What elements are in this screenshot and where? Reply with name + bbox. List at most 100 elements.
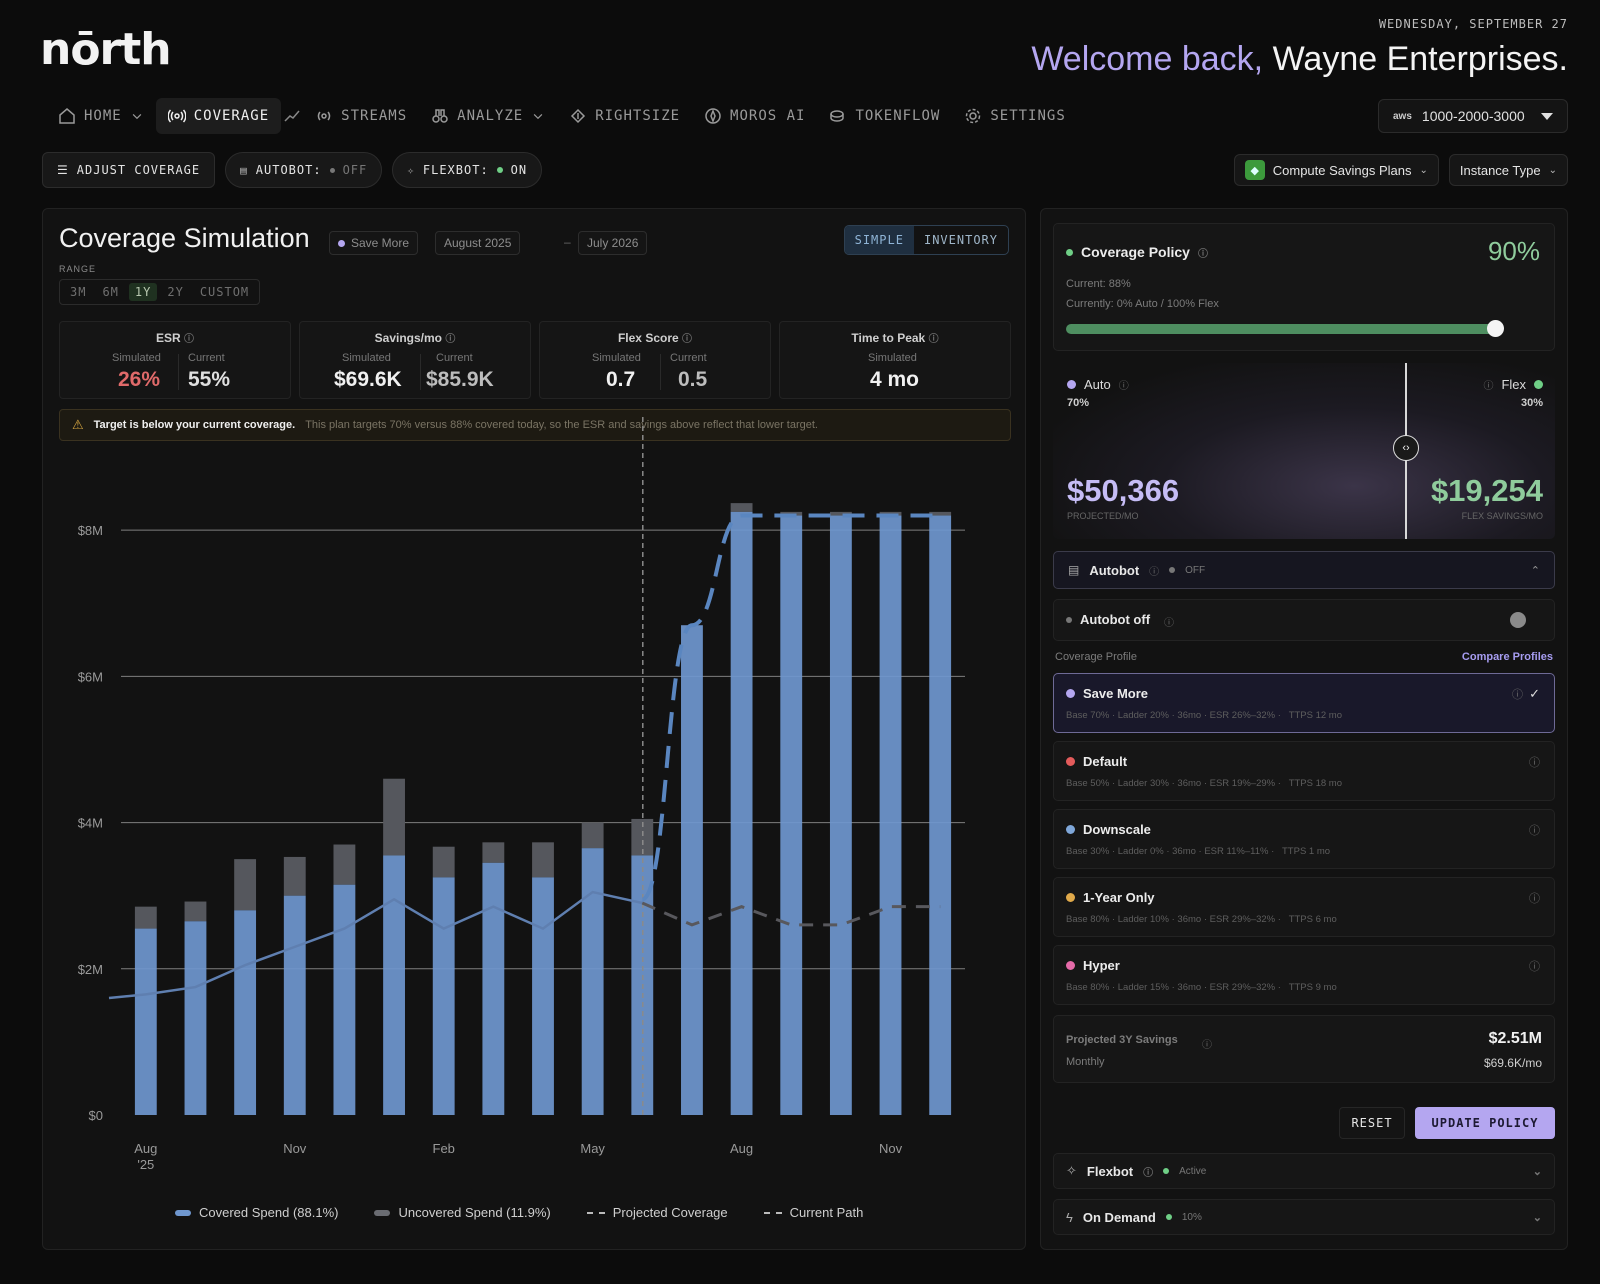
coverage-chart: $0$2M$4M$6M$8MAug'25Nov Feb May Aug Nov (78, 417, 965, 1172)
covered-bar (730, 511, 753, 1115)
uncovered-bar (532, 842, 554, 878)
info-icon[interactable]: ⓘ (1483, 377, 1493, 392)
monthly-value: $69.6K/mo (1483, 1056, 1542, 1070)
info-icon[interactable]: ⓘ (1149, 563, 1159, 578)
projected-value: $2.51M (1488, 1030, 1542, 1047)
uncovered-bar (283, 856, 306, 896)
flexbot-toggle[interactable]: ✧ FLEXBOT: ON (392, 152, 543, 188)
policy-current: Current: 88% (1066, 278, 1131, 290)
compare-profiles-link[interactable]: Compare Profiles (1462, 651, 1553, 663)
profile-desc: Base 80% · Ladder 15% · 36mo · ESR 29%–3… (1066, 982, 1276, 993)
check-icon: ✓ (1529, 686, 1540, 701)
coverage-slider[interactable] (1066, 320, 1504, 337)
info-icon[interactable]: ⓘ (1202, 1036, 1212, 1051)
info-icon[interactable]: ⓘ (1529, 754, 1540, 770)
auto-label-row: Auto ⓘ (1067, 377, 1129, 392)
covered-bar (829, 515, 852, 1115)
profile-default[interactable]: Default Base 50% · Ladder 30% · 36mo · E… (1053, 741, 1555, 801)
caret-down-icon (1541, 112, 1553, 120)
uncovered-bar (730, 503, 753, 512)
covered-bar (432, 877, 455, 1115)
info-icon[interactable]: ⓘ (1529, 890, 1540, 906)
info-icon[interactable]: ⓘ (1529, 822, 1540, 838)
autobot-section-header[interactable]: ▤ Autobot ⓘ OFF ⌃ (1053, 551, 1555, 589)
x-tick-label: '25 (137, 1157, 154, 1172)
on-demand-section[interactable]: ϟ On Demand 10% ⌄ (1053, 1199, 1555, 1235)
profile-name: Hyper (1083, 958, 1120, 973)
legend-current-path[interactable]: Current Path (763, 1205, 863, 1220)
flex-pct: 30% (1520, 397, 1543, 409)
profile-downscale[interactable]: Downscale Base 30% · Ladder 0% · 36mo · … (1053, 809, 1555, 869)
info-icon[interactable]: ⓘ (1512, 689, 1523, 701)
auto-flex-split: Auto ⓘ 70% ⓘ Flex 30% ‹› $50,366 PROJECT… (1053, 363, 1555, 539)
savings-plan-select[interactable]: ◆ Compute Savings Plans ⌄ (1233, 154, 1439, 186)
auto-label: Auto (1084, 377, 1111, 392)
nav-tokenflow[interactable]: TOKENFLOW (817, 98, 952, 134)
binoculars-icon (432, 109, 448, 123)
legend-projected[interactable]: Projected Coverage (586, 1205, 728, 1220)
chevron-up-icon[interactable]: ⌃ (1531, 564, 1540, 577)
broadcast-icon (317, 111, 331, 121)
tokens-icon (830, 110, 845, 122)
profile-hyper[interactable]: Hyper Base 80% · Ladder 15% · 36mo · ESR… (1053, 945, 1555, 1005)
profile-save-more[interactable]: Save More Base 70% · Ladder 20% · 36mo ·… (1053, 673, 1555, 733)
reset-button[interactable]: RESET (1339, 1107, 1405, 1139)
legend-covered[interactable]: Covered Spend (88.1%) (175, 1205, 338, 1220)
coverage-profile-heading: Coverage Profile (1055, 651, 1137, 663)
chevron-down-icon[interactable]: ⌄ (1533, 1165, 1542, 1178)
north-logo[interactable]: nōrth (40, 24, 172, 75)
account-selector[interactable]: aws 1000-2000-3000 (1378, 99, 1568, 133)
nav-streams[interactable]: STREAMS (303, 98, 419, 134)
nav-rightsize[interactable]: RIGHTSIZE (557, 98, 692, 134)
instance-type-select[interactable]: Instance Type ⌄ (1448, 154, 1568, 186)
info-icon[interactable]: ⓘ (1143, 1164, 1153, 1179)
nav-coverage[interactable]: COVERAGE (155, 98, 282, 134)
nav-analyze[interactable]: ANALYZE (419, 98, 557, 134)
legend-label: Uncovered Spend (11.9%) (398, 1205, 551, 1220)
profile-dot (1066, 961, 1075, 970)
sparkle-icon: ✧ (407, 163, 415, 177)
covered-bar (532, 877, 554, 1115)
uncovered-bar (184, 901, 207, 922)
policy-mix: Currently: 0% Auto / 100% Flex (1066, 298, 1219, 310)
info-icon[interactable]: ⓘ (1119, 377, 1129, 392)
nav-settings-label: SETTINGS (990, 108, 1066, 124)
coverage-toolbar: ☰ ADJUST COVERAGE ▤ AUTOBOT: OFF ✧ FLEXB… (42, 152, 543, 188)
welcome-message: Welcome back, Wayne Enterprises. (1031, 40, 1568, 79)
autobot-toggle[interactable]: ▤ AUTOBOT: OFF (225, 152, 383, 188)
info-icon[interactable]: ⓘ (1164, 614, 1174, 629)
covered-bar (581, 848, 604, 1115)
info-icon[interactable]: ⓘ (1198, 245, 1208, 260)
autobot-row-dot (1066, 617, 1072, 623)
info-icon[interactable]: ⓘ (1529, 958, 1540, 974)
legend-label: Projected Coverage (612, 1205, 728, 1220)
calendar-icon: ▤ (240, 163, 248, 177)
on-demand-badge: 10% (1181, 1211, 1202, 1223)
uncovered-bar (234, 859, 257, 911)
nav-streams-label: STREAMS (341, 108, 408, 124)
profile-ttps: TTPS 1 mo (1282, 846, 1331, 857)
nav-home[interactable]: HOME (46, 98, 156, 134)
covered-bar (929, 515, 952, 1115)
profile-ttps: TTPS 12 mo (1288, 710, 1343, 721)
flexbot-section[interactable]: ✧ Flexbot ⓘ Active ⌄ (1053, 1153, 1555, 1189)
auto-pct: 70% (1067, 397, 1090, 409)
profile-1-year-only[interactable]: 1-Year Only Base 80% · Ladder 10% · 36mo… (1053, 877, 1555, 937)
coverage-policy-heading: Coverage Policy ⓘ (1066, 244, 1208, 260)
coverage-slider-knob[interactable] (1487, 320, 1504, 337)
x-tick-label: Aug (730, 1141, 753, 1156)
nav-moros-ai[interactable]: MOROS AI (692, 98, 817, 134)
flexbot-label: FLEXBOT: (422, 163, 489, 177)
adjust-coverage-button[interactable]: ☰ ADJUST COVERAGE (42, 152, 216, 188)
autobot-toggle-switch[interactable] (1510, 612, 1526, 628)
legend-uncovered[interactable]: Uncovered Spend (11.9%) (374, 1205, 551, 1220)
profile-desc: Base 30% · Ladder 0% · 36mo · ESR 11%–11… (1066, 846, 1269, 857)
update-policy-button[interactable]: UPDATE POLICY (1415, 1107, 1555, 1139)
uncovered-bar (581, 822, 604, 849)
coverage-policy-title: Coverage Policy (1081, 244, 1190, 260)
chevron-down-icon[interactable]: ⌄ (1533, 1211, 1542, 1224)
trend-icon[interactable] (283, 107, 301, 125)
chevron-down-icon: ⌄ (1548, 164, 1557, 176)
split-drag-handle[interactable]: ‹› (1393, 435, 1419, 461)
nav-settings[interactable]: SETTINGS (952, 98, 1077, 134)
